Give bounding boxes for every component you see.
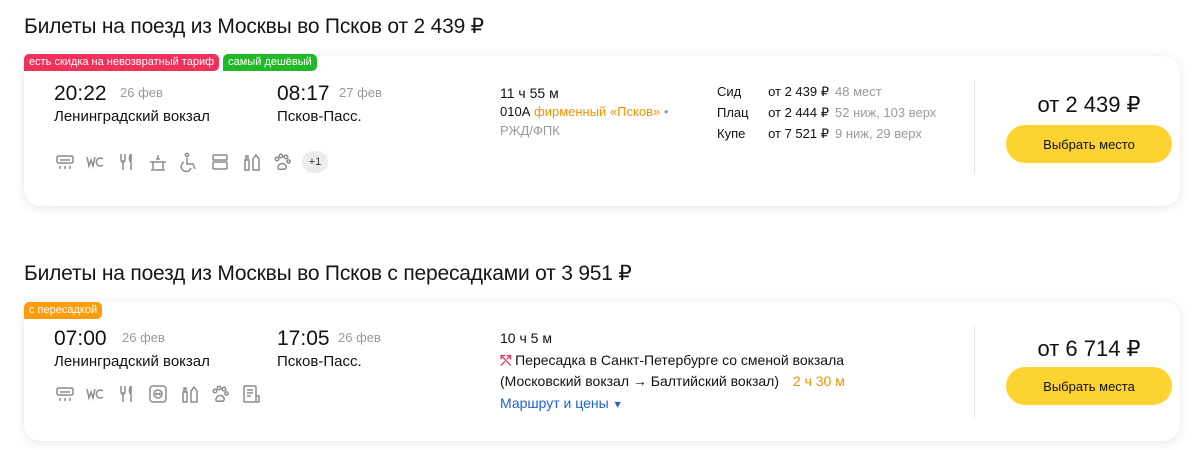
- badge-with-transfer: с пересадкой: [24, 302, 103, 319]
- linen-icon[interactable]: [209, 151, 231, 173]
- carrier: РЖД/ФПК: [500, 123, 560, 138]
- transfer-stations: (Московский вокзал → Балтийский вокзал) …: [500, 373, 845, 389]
- hygiene-kit-icon[interactable]: [240, 151, 262, 173]
- divider: [974, 80, 975, 174]
- train-card-direct[interactable]: есть скидка на невозвратный тариф самый …: [24, 54, 1180, 206]
- separator-dot: •: [663, 104, 669, 119]
- departure-date: 26 фев: [122, 330, 165, 345]
- class-seats: 9 ниж, 29 верх: [835, 126, 922, 141]
- route-and-prices-link[interactable]: Маршрут и цены ▾: [500, 395, 621, 411]
- class-seats: 52 ниж, 103 верх: [835, 105, 937, 120]
- chevron-down-icon: ▾: [614, 397, 621, 411]
- class-price: от 2 444 ₽: [768, 105, 829, 120]
- pets-icon[interactable]: [209, 383, 231, 405]
- transfer-stations-text: (Московский вокзал → Балтийский вокзал): [500, 373, 780, 389]
- transfer-info: ⤲ Пересадка в Санкт-Петербурге со сменой…: [500, 352, 844, 369]
- class-row-seated[interactable]: Сид от 2 439 ₽ 48 мест: [717, 84, 882, 100]
- meals-icon[interactable]: [116, 383, 138, 405]
- departure-time: 07:00: [54, 327, 107, 350]
- socket-icon[interactable]: [147, 383, 169, 405]
- departure-time: 20:22: [54, 82, 107, 105]
- class-name: Купе: [717, 126, 746, 141]
- trip-duration: 10 ч 5 м: [500, 330, 552, 346]
- train-card-transfer[interactable]: с пересадкой 07:00 26 фев Ленинградский …: [24, 301, 1180, 441]
- arrival-time: 17:05: [277, 327, 330, 350]
- arrival-time: 08:17: [277, 82, 330, 105]
- train-name[interactable]: фирменный «Псков»: [534, 104, 660, 119]
- transfer-wait-time: 2 ч 30 м: [792, 373, 845, 389]
- section-title-transfers: Билеты на поезд из Москвы во Псков с пер…: [24, 262, 632, 285]
- class-seats: 48 мест: [835, 84, 882, 99]
- restaurant-car-icon[interactable]: [147, 151, 169, 173]
- select-seat-button[interactable]: Выбрать место: [1006, 125, 1172, 163]
- air-conditioner-icon[interactable]: [54, 383, 76, 405]
- pets-icon[interactable]: [271, 151, 293, 173]
- departure-date: 26 фев: [120, 85, 163, 100]
- badges-row: с пересадкой: [24, 302, 103, 319]
- departure-station: Ленинградский вокзал: [54, 108, 210, 125]
- badge-cheapest: самый дешёвый: [223, 54, 317, 71]
- train-info: 010А фирменный «Псков» •: [500, 104, 668, 119]
- arrival-date: 26 фев: [338, 330, 381, 345]
- wc-icon[interactable]: [85, 151, 107, 173]
- train-number: 010А: [500, 104, 531, 119]
- route-link-label: Маршрут и цены: [500, 395, 609, 411]
- amenities-row: [54, 383, 262, 405]
- departure-station: Ленинградский вокзал: [54, 353, 210, 370]
- air-conditioner-icon[interactable]: [54, 151, 76, 173]
- arrival-date: 27 фев: [339, 85, 382, 100]
- class-name: Сид: [717, 84, 742, 99]
- badges-row: есть скидка на невозвратный тариф самый …: [24, 54, 317, 71]
- transfer-text: Пересадка в Санкт-Петербурге со сменой в…: [515, 352, 845, 368]
- transfer-icon: ⤲: [500, 352, 512, 368]
- hygiene-kit-icon[interactable]: [178, 383, 200, 405]
- wc-icon[interactable]: [85, 383, 107, 405]
- select-seats-button[interactable]: Выбрать места: [1006, 367, 1172, 405]
- badge-nonrefundable-discount: есть скидка на невозвратный тариф: [24, 54, 220, 71]
- section-title-direct: Билеты на поезд из Москвы во Псков от 2 …: [24, 15, 484, 38]
- arrival-station: Псков-Пасс.: [277, 353, 362, 370]
- class-price: от 7 521 ₽: [768, 126, 829, 141]
- amenities-row: +1: [54, 151, 328, 173]
- class-price: от 2 439 ₽: [768, 84, 829, 99]
- ticket-price: от 2 439 ₽: [1037, 92, 1141, 117]
- amenities-more-badge[interactable]: +1: [302, 151, 328, 173]
- ticket-price: от 6 714 ₽: [1037, 336, 1141, 361]
- class-name: Плац: [717, 105, 749, 120]
- meals-icon[interactable]: [116, 151, 138, 173]
- menu-icon[interactable]: [240, 383, 262, 405]
- divider: [974, 325, 975, 419]
- arrival-station: Псков-Пасс.: [277, 108, 362, 125]
- accessible-icon[interactable]: [178, 151, 200, 173]
- class-row-platzkart[interactable]: Плац от 2 444 ₽ 52 ниж, 103 верх: [717, 105, 936, 121]
- trip-duration: 11 ч 55 м: [500, 85, 559, 101]
- class-row-coupe[interactable]: Купе от 7 521 ₽ 9 ниж, 29 верх: [717, 126, 922, 142]
